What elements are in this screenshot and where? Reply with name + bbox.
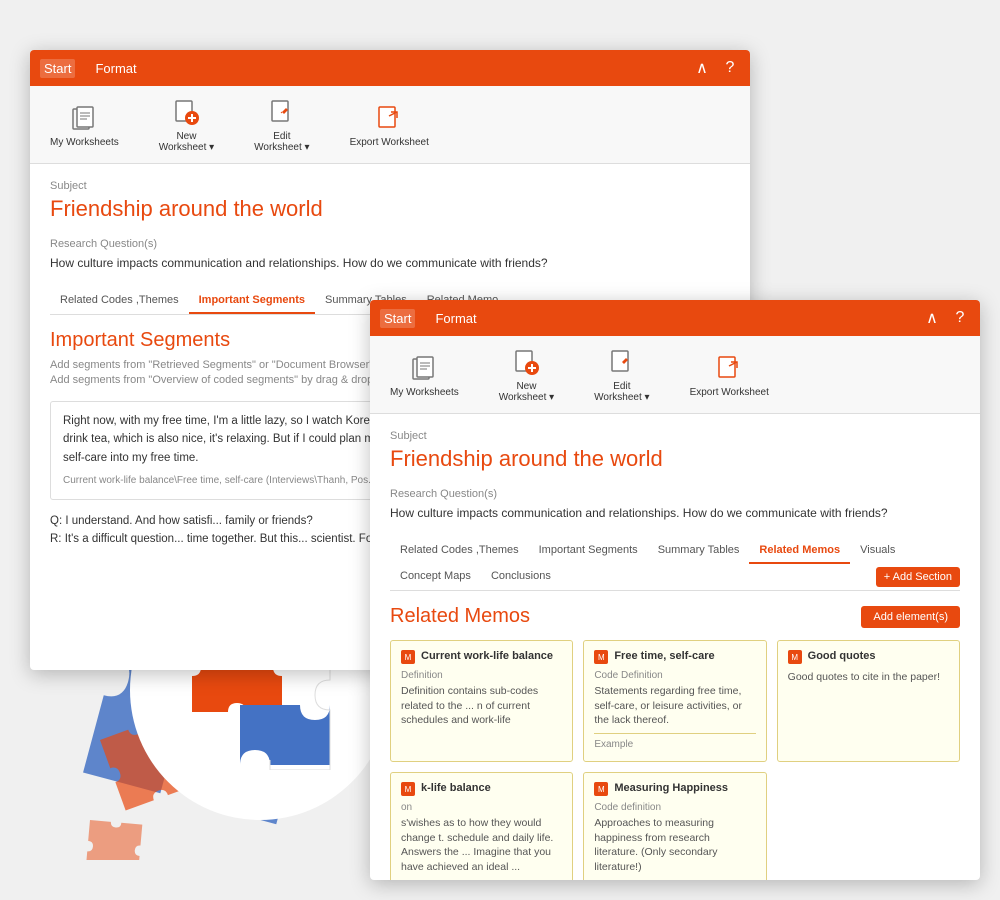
tabs-front: Related Codes ,Themes Important Segments… bbox=[390, 538, 960, 591]
add-elements-button[interactable]: Add element(s) bbox=[861, 606, 960, 628]
ribbon-my-worksheets-back[interactable]: My Worksheets bbox=[42, 98, 127, 152]
content-front: Subject Friendship around the world Rese… bbox=[370, 414, 980, 880]
tab-conclusions-front[interactable]: Conclusions bbox=[481, 564, 561, 590]
ribbon-export-back[interactable]: Export Worksheet bbox=[342, 98, 437, 152]
memo-card-2: M Good quotes Good quotes to cite in the… bbox=[777, 640, 960, 762]
menu-start-back[interactable]: Start bbox=[40, 59, 75, 78]
memo-icon-4: M bbox=[594, 782, 608, 796]
related-memos-header: Related Memos Add element(s) bbox=[390, 605, 960, 628]
research-label-back: Research Question(s) bbox=[50, 238, 730, 250]
help-btn-back[interactable]: ? bbox=[720, 58, 740, 78]
memo-grid: M Current work-life balance Definition D… bbox=[390, 640, 960, 880]
collapse-btn-front[interactable]: ∧ bbox=[922, 308, 942, 328]
research-text-back: How culture impacts communication and re… bbox=[50, 254, 730, 272]
ribbon-worksheets-label-back: My Worksheets bbox=[50, 137, 119, 148]
subject-title-back: Friendship around the world bbox=[50, 196, 730, 222]
related-memos-title: Related Memos bbox=[390, 605, 530, 628]
subject-label-back: Subject bbox=[50, 180, 730, 192]
tab-related-memos-front[interactable]: Related Memos bbox=[749, 538, 850, 564]
ribbon-export-label-back: Export Worksheet bbox=[350, 137, 429, 148]
ribbon-export-label-front: Export Worksheet bbox=[690, 387, 769, 398]
window-front: Start Format ∧ ? My Worksheets bbox=[370, 300, 980, 880]
subject-title-front: Friendship around the world bbox=[390, 446, 960, 472]
ribbon-new-front[interactable]: NewWorksheet ▾ bbox=[491, 342, 562, 407]
export-icon-back bbox=[373, 102, 405, 134]
title-bar-back: Start Format ∧ ? bbox=[30, 50, 750, 86]
ribbon-worksheets-label-front: My Worksheets bbox=[390, 387, 459, 398]
research-label-front: Research Question(s) bbox=[390, 488, 960, 500]
subject-label-front: Subject bbox=[390, 430, 960, 442]
worksheets-icon-front bbox=[408, 352, 440, 384]
tab-add-section[interactable]: + Add Section bbox=[876, 567, 960, 587]
research-text-front: How culture impacts communication and re… bbox=[390, 504, 960, 522]
ribbon-front: My Worksheets NewWorksheet ▾ EditWorks bbox=[370, 336, 980, 414]
ribbon-new-label-back: NewWorksheet ▾ bbox=[159, 131, 214, 153]
memo-card-3: M k-life balance on s'wishes as to how t… bbox=[390, 772, 573, 880]
tab-related-codes-back[interactable]: Related Codes ,Themes bbox=[50, 288, 189, 314]
ribbon-edit-back[interactable]: EditWorksheet ▾ bbox=[246, 92, 317, 157]
ribbon-edit-front[interactable]: EditWorksheet ▾ bbox=[586, 342, 657, 407]
ribbon-edit-label-back: EditWorksheet ▾ bbox=[254, 131, 309, 153]
memo-card-0: M Current work-life balance Definition D… bbox=[390, 640, 573, 762]
menu-start-front[interactable]: Start bbox=[380, 309, 415, 328]
memo-icon-2: M bbox=[788, 650, 802, 664]
memo-icon-1: M bbox=[594, 650, 608, 664]
edit-icon-back bbox=[266, 96, 298, 128]
ribbon-new-label-front: NewWorksheet ▾ bbox=[499, 381, 554, 403]
tab-concept-maps-front[interactable]: Concept Maps bbox=[390, 564, 481, 590]
ribbon-export-front[interactable]: Export Worksheet bbox=[682, 348, 777, 402]
tab-summary-front[interactable]: Summary Tables bbox=[648, 538, 750, 564]
memo-icon-0: M bbox=[401, 650, 415, 664]
edit-icon-front bbox=[606, 346, 638, 378]
ribbon-back: My Worksheets NewWorksheet ▾ bbox=[30, 86, 750, 164]
new-icon-back bbox=[170, 96, 202, 128]
ribbon-new-back[interactable]: NewWorksheet ▾ bbox=[151, 92, 222, 157]
tab-visuals-front[interactable]: Visuals bbox=[850, 538, 905, 564]
tab-related-codes-front[interactable]: Related Codes ,Themes bbox=[390, 538, 529, 564]
memo-card-4: M Measuring Happiness Code definition Ap… bbox=[583, 772, 766, 880]
tab-important-segments-front[interactable]: Important Segments bbox=[529, 538, 648, 564]
menu-format-back[interactable]: Format bbox=[91, 59, 140, 78]
tab-important-segments-back[interactable]: Important Segments bbox=[189, 288, 315, 314]
memo-card-1: M Free time, self-care Code Definition S… bbox=[583, 640, 766, 762]
help-btn-front[interactable]: ? bbox=[950, 308, 970, 328]
new-icon-front bbox=[510, 346, 542, 378]
worksheets-icon-back bbox=[68, 102, 100, 134]
menu-format-front[interactable]: Format bbox=[431, 309, 480, 328]
export-icon-front bbox=[713, 352, 745, 384]
ribbon-my-worksheets-front[interactable]: My Worksheets bbox=[382, 348, 467, 402]
ribbon-edit-label-front: EditWorksheet ▾ bbox=[594, 381, 649, 403]
memo-icon-3: M bbox=[401, 782, 415, 796]
title-bar-front: Start Format ∧ ? bbox=[370, 300, 980, 336]
collapse-btn-back[interactable]: ∧ bbox=[692, 58, 712, 78]
